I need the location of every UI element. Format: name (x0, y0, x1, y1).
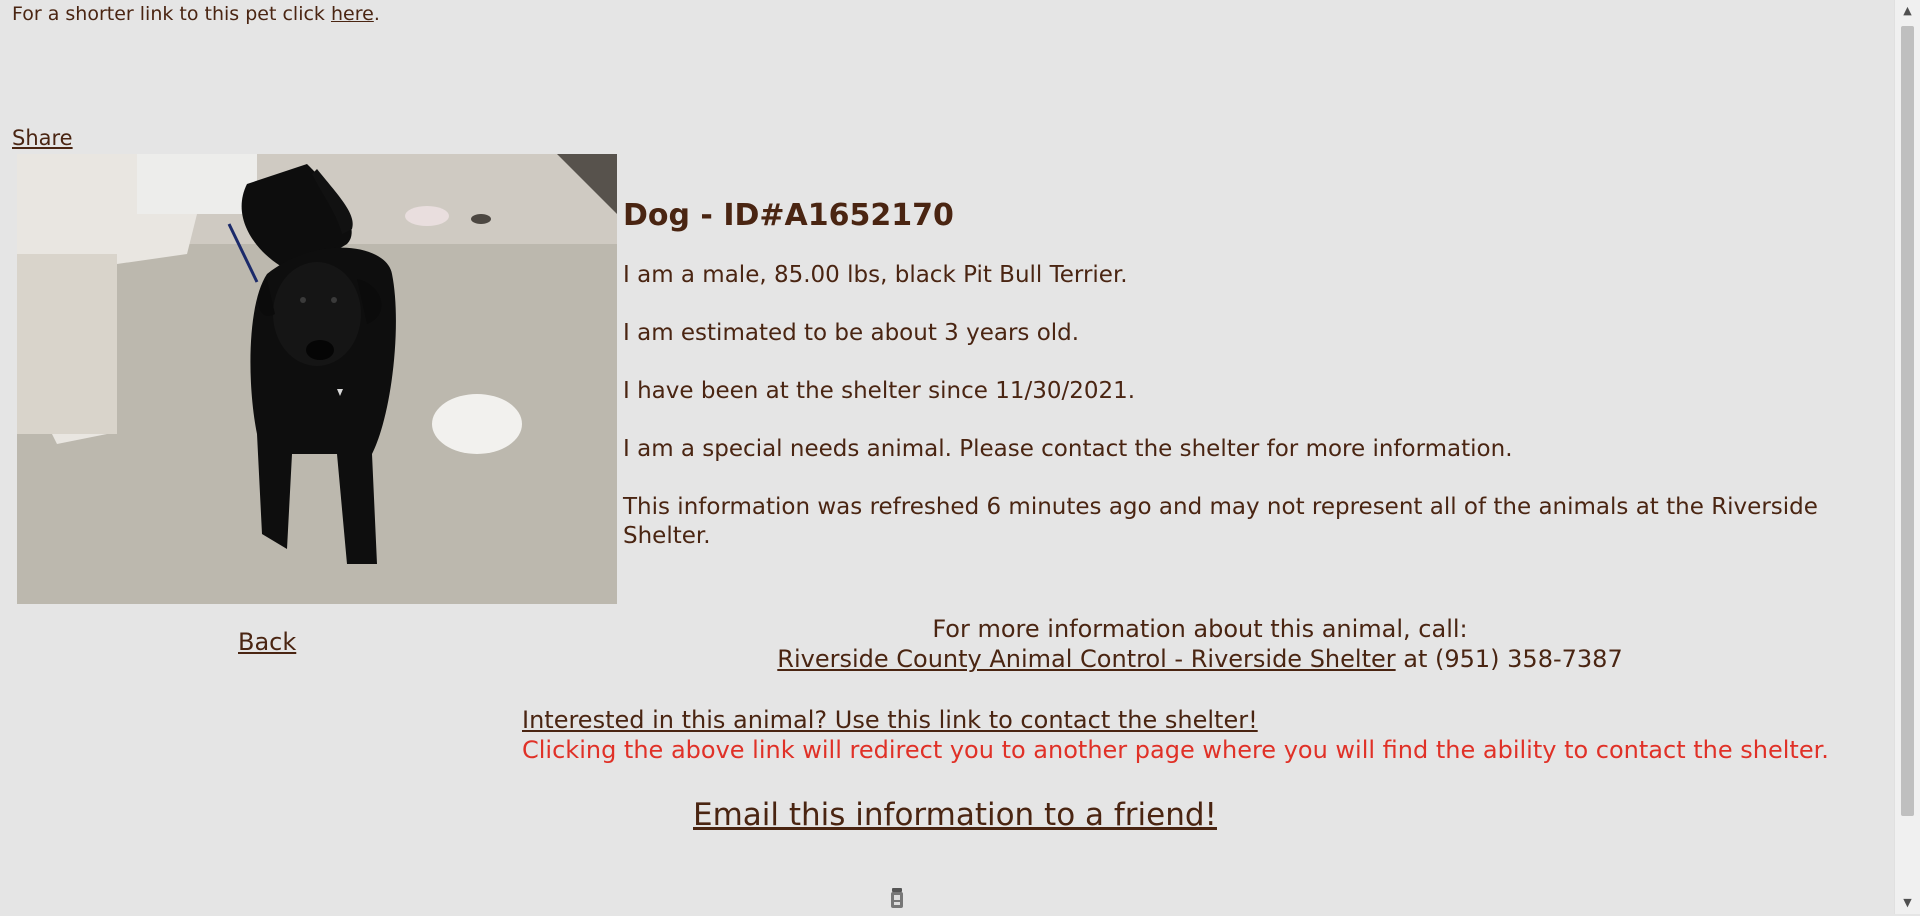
pet-description: I am a male, 85.00 lbs, black Pit Bull T… (623, 262, 1128, 288)
shorter-link-prefix: For a shorter link to this pet click (12, 3, 331, 25)
vertical-scrollbar[interactable]: ▲ ▼ (1894, 0, 1920, 914)
contact-shelter-link[interactable]: Interested in this animal? Use this link… (522, 706, 1258, 734)
pet-info: Dog - ID#A1652170 I am a male, 85.00 lbs… (623, 198, 1893, 580)
scroll-down-arrow-icon[interactable]: ▼ (1895, 892, 1920, 914)
pet-refresh-note: This information was refreshed 6 minutes… (623, 494, 1818, 549)
loading-spinner-icon (888, 886, 906, 912)
share-link[interactable]: Share (12, 126, 73, 150)
shorter-link-line: For a shorter link to this pet click her… (12, 3, 380, 25)
shorter-link-here[interactable]: here (331, 3, 374, 25)
back-link[interactable]: Back (238, 628, 296, 656)
pet-age: I am estimated to be about 3 years old. (623, 320, 1080, 346)
pet-photo-image (17, 154, 617, 604)
scroll-thumb[interactable] (1901, 26, 1914, 816)
redirect-note: Clicking the above link will redirect yo… (522, 736, 1829, 764)
shorter-link-suffix: . (373, 3, 380, 25)
scroll-up-arrow-icon[interactable]: ▲ (1895, 0, 1920, 22)
pet-heading: Dog - ID#A1652170 (623, 198, 954, 233)
contact-line: Riverside County Animal Control - Rivers… (560, 644, 1840, 674)
pet-photo (17, 154, 617, 604)
shelter-link[interactable]: Riverside County Animal Control - Rivers… (777, 645, 1395, 673)
interest-section: Interested in this animal? Use this link… (522, 705, 1829, 765)
pet-shelter-since: I have been at the shelter since 11/30/2… (623, 378, 1136, 404)
pet-special-needs: I am a special needs animal. Please cont… (623, 436, 1513, 462)
contact-info: For more information about this animal, … (560, 614, 1840, 674)
shelter-phone: at (951) 358-7387 (1395, 645, 1623, 673)
email-friend-link[interactable]: Email this information to a friend! (693, 797, 1217, 833)
contact-call-text: For more information about this animal, … (932, 615, 1468, 643)
